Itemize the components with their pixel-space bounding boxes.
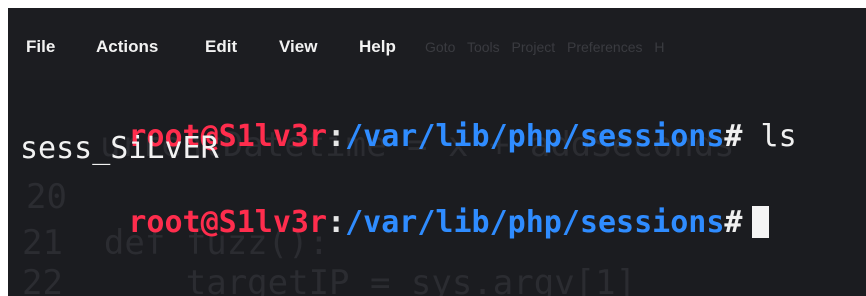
menu-edit[interactable]: Edit: [205, 38, 237, 55]
background-editor-menu: Goto Tools Project Preferences H: [425, 39, 665, 55]
terminal-body[interactable]: urrentDatetime = x + addSeconds 20 21 de…: [8, 80, 866, 296]
menu-actions[interactable]: Actions: [96, 38, 158, 55]
background-code-line: 22 targetIP = sys.argv[1]: [22, 263, 637, 296]
terminal-prompt-line: root@S1lv3r:/var/lib/php/sessions#: [20, 176, 770, 268]
menu-help[interactable]: Help: [359, 38, 396, 55]
prompt-colon: :: [327, 119, 346, 154]
command-output: sess_SiLvER: [20, 131, 219, 166]
menu-view[interactable]: View: [279, 38, 317, 55]
menu-file[interactable]: File: [26, 38, 55, 55]
prompt-symbol: #: [724, 119, 743, 154]
prompt-path: /var/lib/php/sessions: [345, 119, 725, 154]
prompt-symbol: #: [724, 205, 743, 240]
terminal-cursor[interactable]: [752, 206, 770, 238]
command-text: ls: [760, 119, 797, 154]
prompt-path: /var/lib/php/sessions: [345, 205, 725, 240]
prompt-user: root@S1lv3r: [128, 205, 328, 240]
terminal-window: File Actions Edit View Help Goto Tools P…: [8, 8, 866, 296]
menu-bar: File Actions Edit View Help Goto Tools P…: [8, 8, 866, 80]
prompt-colon: :: [327, 205, 346, 240]
